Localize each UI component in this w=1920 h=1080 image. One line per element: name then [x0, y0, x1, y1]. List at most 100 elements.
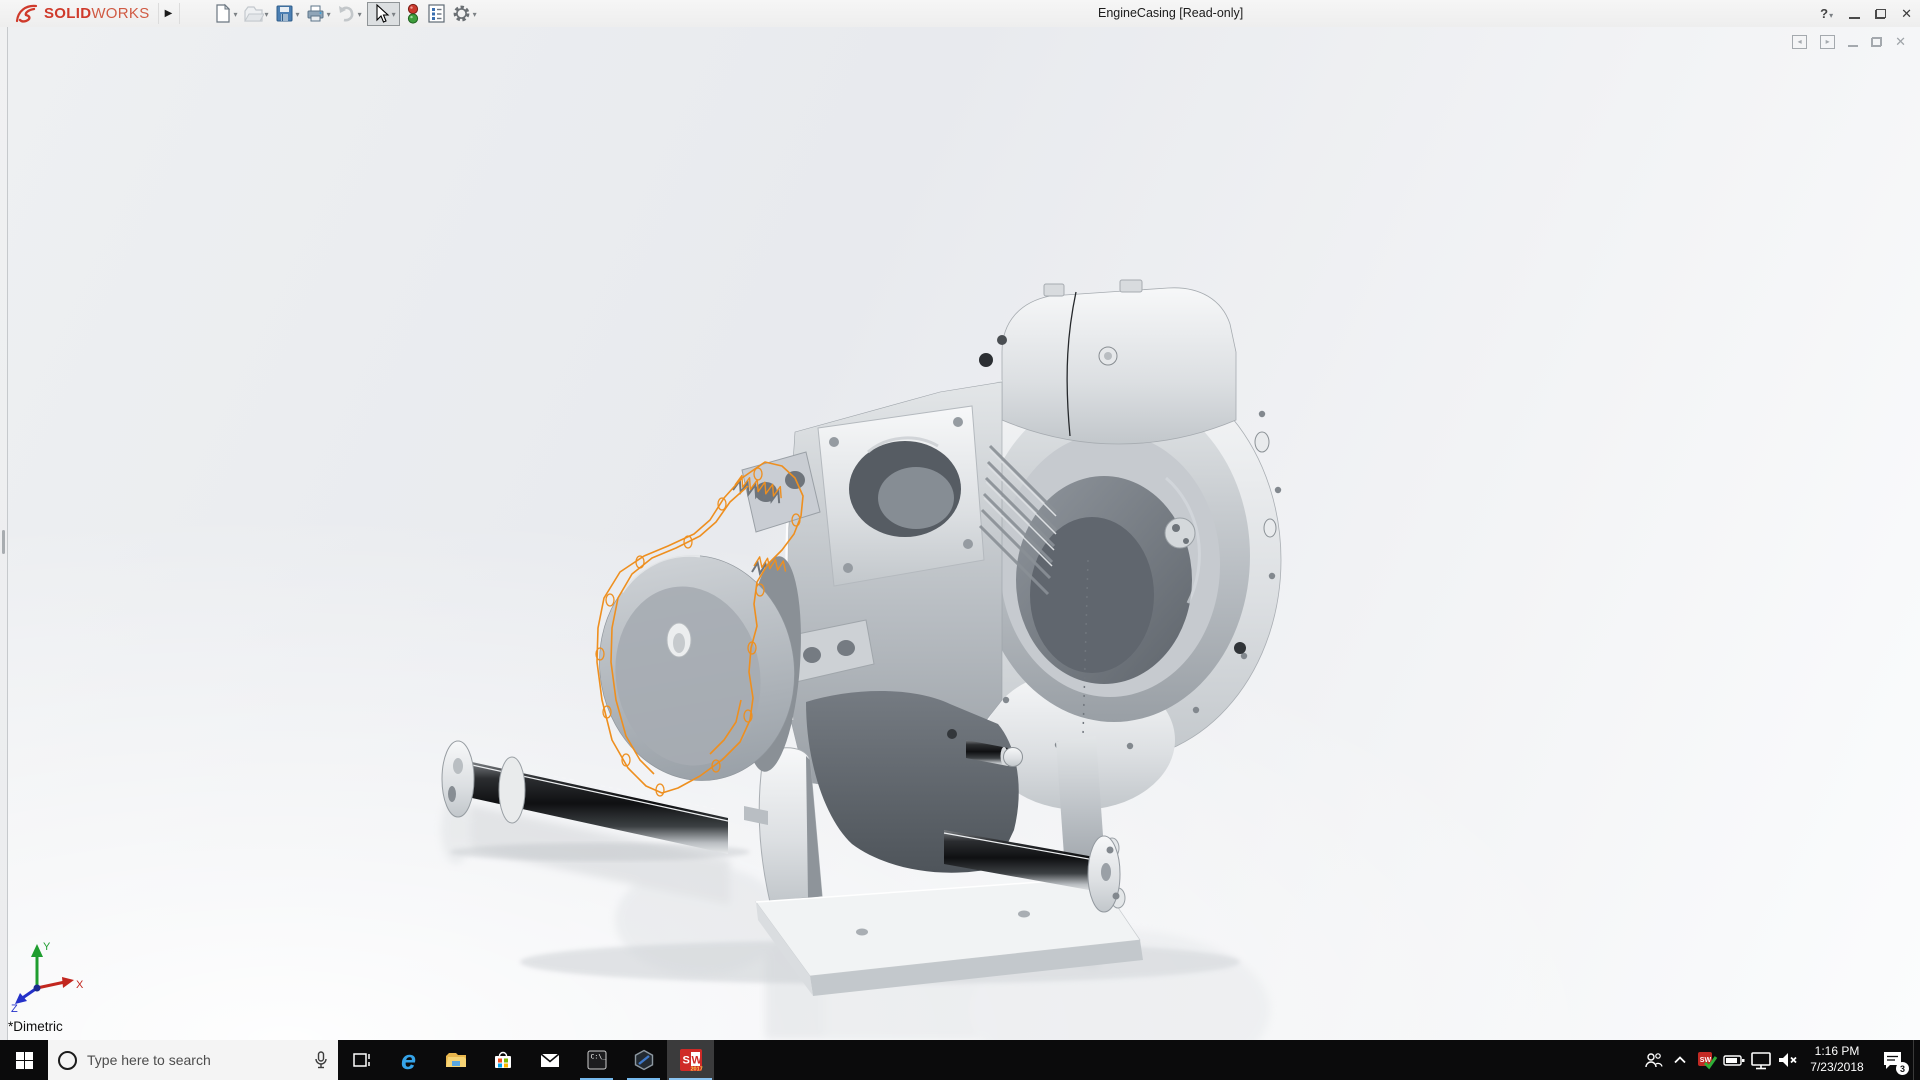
- graphics-viewport[interactable]: ◂ ▸ ✕ Y X Z *Dimetric: [0, 27, 1920, 1040]
- doc-minimize-icon[interactable]: [1848, 45, 1858, 47]
- rebuild-traffic-light-icon: [404, 3, 422, 24]
- notification-badge: 3: [1896, 1062, 1909, 1075]
- battery-icon: [1722, 1049, 1746, 1071]
- microsoft-store-button[interactable]: [479, 1040, 526, 1080]
- tray-expand-button[interactable]: [1666, 1040, 1693, 1080]
- command-prompt-button[interactable]: C:\_: [573, 1040, 620, 1080]
- chevron-up-icon: [1671, 1051, 1689, 1069]
- people-button[interactable]: [1639, 1040, 1666, 1080]
- volume-button[interactable]: [1774, 1040, 1801, 1080]
- windows-taskbar: e: [0, 1040, 1920, 1080]
- cortana-icon: [58, 1051, 77, 1070]
- feature-manager-splitter[interactable]: [0, 27, 8, 1040]
- file-explorer-button[interactable]: [432, 1040, 479, 1080]
- engine-casing-3d-model[interactable]: [0, 27, 1920, 1040]
- solidworks-check-icon: SW: [1696, 1049, 1718, 1071]
- dropdown-caret-icon[interactable]: ▾: [392, 10, 396, 19]
- save-button[interactable]: ▾: [272, 1, 303, 26]
- show-desktop-button[interactable]: [1913, 1040, 1920, 1080]
- document-window-controls: ◂ ▸ ✕: [1792, 34, 1906, 50]
- menu-flyout-button[interactable]: ▶: [158, 3, 180, 24]
- edge-button[interactable]: e: [385, 1040, 432, 1080]
- solidworks-2017-button[interactable]: S W 2017: [667, 1040, 714, 1080]
- dropdown-caret-icon[interactable]: ▾: [265, 10, 269, 19]
- mail-button[interactable]: [526, 1040, 573, 1080]
- file-properties-button[interactable]: [424, 1, 449, 26]
- solidworks-status-button[interactable]: SW: [1693, 1040, 1720, 1080]
- dropdown-caret-icon[interactable]: ▾: [234, 10, 238, 19]
- save-icon: [274, 3, 295, 24]
- triad-z-label: Z: [11, 1003, 18, 1013]
- solidworks-2017-icon: S W 2017: [678, 1047, 704, 1073]
- triad-y-label: Y: [43, 941, 51, 953]
- edge-icon: e: [401, 1047, 416, 1074]
- power-button[interactable]: [1720, 1040, 1747, 1080]
- close-icon[interactable]: ✕: [1901, 6, 1912, 22]
- people-icon: [1642, 1049, 1664, 1071]
- new-document-icon: [212, 3, 233, 24]
- options-button[interactable]: ▾: [449, 1, 480, 26]
- logo-text-works: WORKS: [91, 5, 149, 22]
- svg-text:C:\_: C:\_: [590, 1053, 606, 1061]
- svg-text:S: S: [682, 1055, 689, 1067]
- composer-hexagon-icon: [632, 1048, 656, 1072]
- start-button[interactable]: [0, 1040, 48, 1080]
- taskbar-search[interactable]: [48, 1040, 338, 1080]
- solidworks-window: SOLIDWORKS ▶ ▾ ▾: [0, 0, 1920, 1080]
- minimize-icon[interactable]: [1849, 17, 1860, 19]
- select-cursor-icon: [370, 3, 391, 24]
- action-center-button[interactable]: 3: [1873, 1040, 1913, 1080]
- arrow-right-icon: ▶: [165, 8, 173, 19]
- view-orientation-label: *Dimetric: [8, 1019, 63, 1034]
- pane-left-icon[interactable]: ◂: [1792, 35, 1807, 49]
- dropdown-caret-icon[interactable]: ▾: [358, 10, 362, 19]
- print-button[interactable]: ▾: [303, 1, 334, 26]
- window-controls: ?▾ ✕: [1820, 0, 1912, 27]
- network-icon: [1749, 1049, 1773, 1071]
- solidworks-logo-mark-icon: [14, 4, 40, 24]
- doc-close-icon[interactable]: ✕: [1895, 34, 1906, 50]
- options-gear-icon: [451, 3, 472, 24]
- search-input[interactable]: [85, 1051, 279, 1069]
- command-prompt-icon: C:\_: [585, 1048, 609, 1072]
- undo-icon: [336, 3, 357, 24]
- svg-text:2017: 2017: [690, 1067, 702, 1073]
- select-button[interactable]: ▾: [367, 2, 400, 26]
- new-document-button[interactable]: ▾: [210, 1, 241, 26]
- splitter-handle[interactable]: [2, 530, 5, 554]
- solidworks-logo: SOLIDWORKS: [14, 0, 150, 27]
- speaker-muted-icon: [1776, 1049, 1800, 1071]
- dropdown-caret-icon[interactable]: ▾: [296, 10, 300, 19]
- logo-text-solid: SOLID: [44, 5, 91, 22]
- doc-restore-icon[interactable]: [1871, 37, 1882, 47]
- composer-button[interactable]: [620, 1040, 667, 1080]
- dropdown-caret-icon[interactable]: ▾: [1829, 11, 1833, 20]
- dropdown-caret-icon[interactable]: ▾: [327, 10, 331, 19]
- microphone-icon[interactable]: [312, 1050, 330, 1070]
- system-tray: SW: [1639, 1040, 1920, 1080]
- window-title: EngineCasing [Read-only]: [1098, 6, 1243, 20]
- clock-time: 1:16 PM: [1815, 1044, 1860, 1060]
- file-explorer-icon: [444, 1049, 468, 1071]
- dropdown-caret-icon[interactable]: ▾: [473, 10, 477, 19]
- restore-icon[interactable]: [1875, 9, 1886, 19]
- orientation-triad[interactable]: Y X Z: [5, 938, 85, 1013]
- microsoft-store-icon: [491, 1049, 515, 1071]
- open-button[interactable]: ▾: [241, 1, 272, 26]
- network-button[interactable]: [1747, 1040, 1774, 1080]
- svg-text:W: W: [691, 1055, 702, 1067]
- taskbar-clock[interactable]: 1:16 PM 7/23/2018: [1801, 1040, 1873, 1080]
- open-icon: [243, 3, 264, 24]
- undo-button[interactable]: ▾: [334, 1, 365, 26]
- pane-right-icon[interactable]: ▸: [1820, 35, 1835, 49]
- mail-icon: [538, 1049, 562, 1071]
- clock-date: 7/23/2018: [1810, 1060, 1863, 1076]
- help-button[interactable]: ?▾: [1820, 5, 1834, 23]
- task-view-button[interactable]: [338, 1040, 385, 1080]
- triad-x-label: X: [76, 979, 84, 991]
- titlebar: SOLIDWORKS ▶ ▾ ▾: [0, 0, 1920, 28]
- file-properties-icon: [426, 3, 447, 24]
- rebuild-button[interactable]: [402, 1, 424, 26]
- help-icon: ?: [1820, 6, 1828, 21]
- task-view-icon: [351, 1049, 373, 1071]
